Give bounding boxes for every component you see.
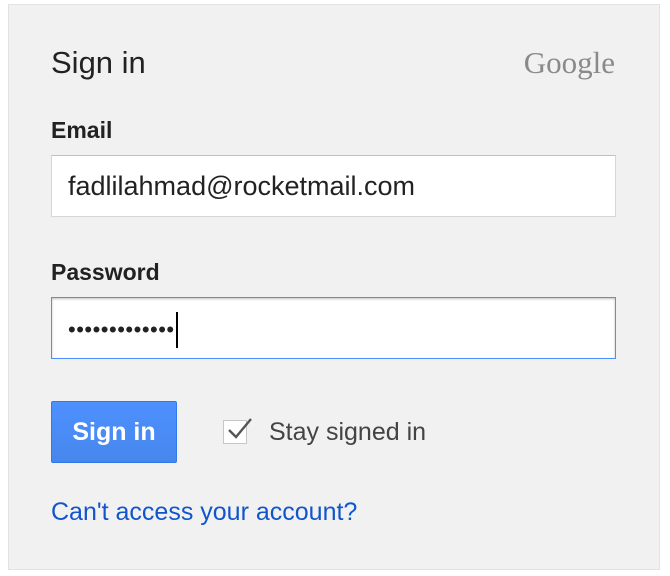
sign-in-button[interactable]: Sign in bbox=[51, 401, 177, 463]
password-masked-value: ••••••••••••• bbox=[68, 316, 175, 342]
text-caret bbox=[175, 311, 178, 348]
stay-signed-in-label: Stay signed in bbox=[269, 417, 427, 446]
stay-signed-in-option[interactable]: Stay signed in bbox=[223, 417, 426, 447]
google-logo: Google bbox=[523, 45, 615, 80]
email-label: Email bbox=[51, 117, 113, 143]
cant-access-account-link[interactable]: Can't access your account? bbox=[51, 498, 357, 527]
stay-signed-in-checkbox[interactable] bbox=[223, 418, 252, 444]
email-field[interactable]: fadlilahmad@rocketmail.com bbox=[51, 155, 616, 217]
signin-card: Sign in Google Email fadlilahmad@rocketm… bbox=[8, 4, 660, 570]
email-value: fadlilahmad@rocketmail.com bbox=[68, 171, 416, 201]
password-field[interactable]: ••••••••••••• bbox=[51, 297, 616, 359]
checkmark-icon bbox=[228, 418, 252, 439]
page-title: Sign in bbox=[51, 45, 146, 80]
password-label: Password bbox=[51, 259, 160, 285]
